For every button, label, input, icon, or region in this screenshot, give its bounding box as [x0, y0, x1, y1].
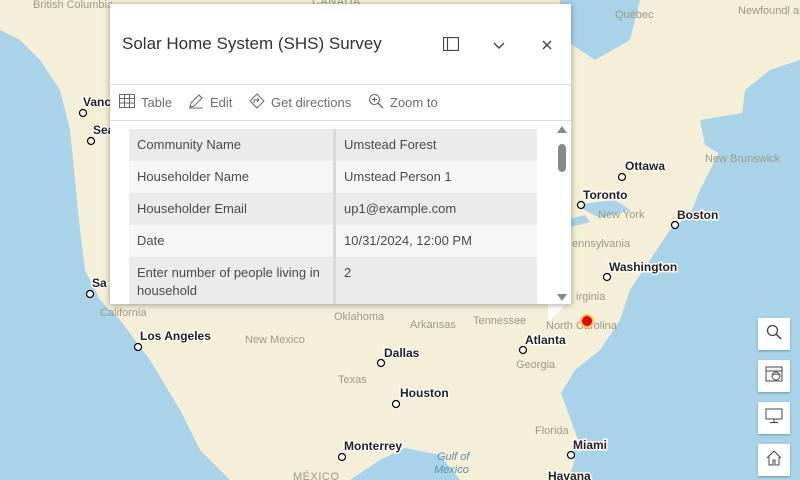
city-label: Los Angeles — [140, 329, 211, 343]
city-label: Boston — [677, 208, 718, 222]
region-label: Georgia — [516, 359, 556, 371]
region-label: New Mexico — [245, 334, 305, 346]
fullscreen-button[interactable] — [758, 402, 790, 434]
field-label: Date — [129, 225, 336, 257]
directions-icon — [249, 92, 265, 112]
dock-button[interactable] — [437, 32, 465, 60]
city-label: Dallas — [384, 346, 420, 360]
search-button[interactable] — [758, 318, 790, 350]
field-value: 10/31/2024, 12:00 PM — [334, 225, 537, 257]
search-icon — [766, 324, 782, 345]
home-button[interactable] — [758, 444, 790, 476]
table-row: Community Name Umstead Forest — [129, 129, 537, 161]
monitor-icon — [765, 408, 783, 429]
city-label: Washington — [609, 260, 677, 274]
region-label: Tennessee — [473, 315, 526, 327]
close-icon — [542, 37, 552, 55]
region-label: Newfoundl and Labra — [738, 5, 800, 17]
popup-actions-bar: Table Edit Get directions Zoom to — [110, 84, 571, 121]
city-label: Havana — [548, 469, 591, 480]
region-label: Arkansas — [410, 319, 456, 331]
city-label: Vanc — [83, 95, 111, 109]
table-icon — [119, 93, 135, 111]
region-label: California — [100, 307, 147, 319]
region-label: ennsylvania — [572, 238, 631, 250]
scroll-up-arrow-icon[interactable] — [557, 126, 567, 133]
table-row: Householder Name Umstead Person 1 — [129, 161, 537, 193]
zoom-to-action-label: Zoom to — [390, 94, 438, 110]
attribute-table: Community Name Umstead Forest Householde… — [129, 129, 537, 304]
basemap-gallery-icon — [765, 365, 783, 388]
region-label: Oklahoma — [334, 311, 385, 323]
popup-content[interactable]: Community Name Umstead Forest Householde… — [110, 121, 571, 304]
region-label: Florida — [535, 425, 570, 437]
city-label: Miami — [573, 438, 607, 452]
feature-popup: Solar Home System (SHS) Survey Table Edi… — [110, 4, 571, 304]
basemap-gallery-button[interactable] — [758, 360, 790, 392]
table-row: Enter number of people living in househo… — [129, 257, 537, 304]
pencil-icon — [188, 93, 204, 112]
field-value: 2 — [334, 257, 537, 304]
chevron-down-icon — [493, 37, 505, 55]
region-label: irginia — [576, 291, 606, 303]
region-label: Texas — [338, 374, 367, 386]
region-label: MÉXICO — [293, 470, 339, 480]
directions-action-label: Get directions — [271, 94, 352, 110]
city-label: Atlanta — [525, 333, 566, 347]
region-label: British Columbia — [33, 0, 114, 11]
zoom-to-action[interactable]: Zoom to — [368, 92, 438, 112]
field-value: Umstead Person 1 — [334, 161, 537, 193]
field-label: Householder Name — [129, 161, 336, 193]
city-label: Toronto — [583, 188, 627, 202]
city-label: Houston — [400, 386, 449, 400]
home-icon — [766, 449, 782, 471]
close-button[interactable] — [533, 32, 561, 60]
popup-header: Solar Home System (SHS) Survey — [110, 4, 571, 85]
edit-action[interactable]: Edit — [188, 92, 232, 112]
selected-feature-marker[interactable] — [580, 314, 594, 328]
scroll-thumb[interactable] — [558, 144, 566, 172]
scroll-down-arrow-icon[interactable] — [557, 294, 567, 301]
field-value: Umstead Forest — [334, 129, 537, 161]
table-row: Householder Email up1@example.com — [129, 193, 537, 225]
region-label: New Brunswick — [705, 153, 781, 165]
zoom-in-icon — [368, 93, 384, 112]
water-label: Mexico — [434, 464, 469, 476]
popup-title: Solar Home System (SHS) Survey — [122, 34, 382, 53]
city-label: Monterrey — [344, 439, 402, 453]
field-value: up1@example.com — [334, 193, 537, 225]
region-label: New York — [598, 209, 645, 221]
field-label: Community Name — [129, 129, 336, 161]
collapse-button[interactable] — [485, 32, 513, 60]
directions-action[interactable]: Get directions — [249, 92, 351, 112]
table-action[interactable]: Table — [119, 92, 172, 112]
scrollbar[interactable] — [556, 126, 568, 301]
dock-icon — [442, 36, 460, 56]
field-label: Enter number of people living in househo… — [129, 257, 336, 304]
region-label: Québec — [615, 9, 654, 21]
city-label: Ottawa — [625, 159, 665, 173]
water-label: Gulf of — [437, 451, 470, 463]
edit-action-label: Edit — [210, 94, 233, 110]
city-label: Sa — [92, 276, 107, 290]
table-action-label: Table — [141, 94, 173, 110]
field-label: Householder Email — [129, 193, 336, 225]
table-row: Date 10/31/2024, 12:00 PM — [129, 225, 537, 257]
